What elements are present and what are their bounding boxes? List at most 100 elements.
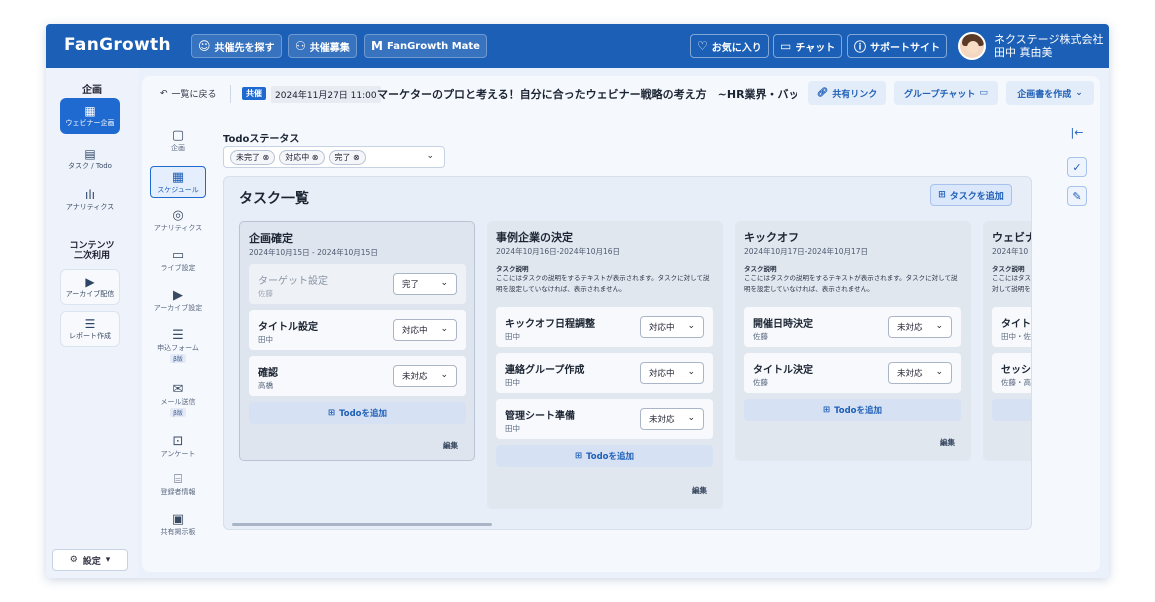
add-todo-button[interactable]: ⊞ Todoを追加	[744, 399, 961, 421]
status-select[interactable]: 対応中 ⌄	[640, 316, 704, 338]
todo-status-select[interactable]: 未完了 ⊗ 対応中 ⊗ 完了 ⊗ ⌄	[223, 146, 445, 168]
board-icon: ▣	[171, 512, 185, 527]
archive-icon: ▶	[173, 288, 183, 303]
board-title: タスク一覧	[239, 191, 309, 207]
edit-button[interactable]: 編集	[443, 440, 458, 451]
todo-card[interactable]: タイトル決定 佐藤 未対応 ⌄	[744, 353, 961, 393]
task-column[interactable]: 企画確定 2024年10月15日 - 2024年10月15日 ターゲット設定 佐…	[239, 221, 475, 461]
archive-icon: ▶	[85, 275, 95, 289]
nav-task-todo[interactable]: ▤ タスク / Todo	[60, 141, 120, 177]
todo-card[interactable]: 管理シート準備 田中 未対応 ⌄	[496, 399, 713, 439]
subnav-schedule[interactable]: ▦ スケジュール	[150, 166, 206, 198]
cohost-recruit-button[interactable]: ⚇ 共催募集	[288, 34, 357, 58]
fangrowth-mate-button[interactable]: M FanGrowth Mate	[364, 34, 487, 58]
todo-card[interactable]: 開催日時決定 佐藤 未対応 ⌄	[744, 307, 961, 347]
task-column[interactable]: キックオフ 2024年10月17日-2024年10月17日 タスク説明 ここには…	[735, 221, 971, 461]
nav-report[interactable]: ☰ レポート作成	[60, 311, 120, 347]
column-title: 事例企業の決定	[496, 231, 573, 244]
plus-icon: ⊞	[327, 408, 336, 418]
find-cohost-button[interactable]: ☺ 共催先を探す	[191, 34, 282, 58]
subnav-form[interactable]: ☰ 申込フォーム β版	[150, 328, 206, 372]
subnav-analytics[interactable]: ◎ アナリティクス	[150, 208, 206, 244]
divider	[230, 85, 231, 103]
beta-badge: β版	[170, 408, 186, 417]
status-select[interactable]: 未対応 ⌄	[393, 365, 457, 387]
add-todo-button[interactable]: ⊞ Todoを追加	[496, 445, 713, 467]
chevron-down-icon: ⌄	[687, 321, 695, 331]
todo-card[interactable]: 確認 高橋 未対応 ⌄	[249, 356, 466, 396]
status-select[interactable]: 未対応 ⌄	[888, 316, 952, 338]
subnav-archive[interactable]: ▶ アーカイブ設定	[150, 288, 206, 324]
share-link-button[interactable]: 🔗︎ 共有リンク	[808, 81, 886, 105]
webinar-icon: ▦	[84, 104, 96, 118]
heart-icon: ♡	[697, 39, 708, 53]
column-date: 2024年10月15日 - 2024年10月15日	[249, 248, 378, 257]
chevron-down-icon: ⌄	[1075, 88, 1083, 98]
desc-label: タスク説明	[992, 265, 1025, 273]
add-todo-button[interactable]: ⊞ Todoを追加	[249, 402, 466, 424]
todo-card[interactable]: 連絡グループ作成 田中 対応中 ⌄	[496, 353, 713, 393]
add-task-button[interactable]: ⊞ タスクを追加	[930, 184, 1012, 206]
survey-icon: ⊡	[172, 434, 184, 449]
status-select[interactable]: 対応中 ⌄	[393, 319, 457, 341]
chevron-down-icon: ⌄	[440, 278, 448, 288]
edit-button[interactable]: 編集	[692, 485, 707, 496]
collapse-panel-icon[interactable]: |←	[1067, 122, 1087, 142]
edit-button[interactable]: 編集	[940, 437, 955, 448]
subnav-plan[interactable]: ▢ 企画	[150, 128, 206, 164]
subnav-survey[interactable]: ⊡ アンケート	[150, 434, 206, 470]
todo-card[interactable]: タイトル設定 田中 対応中 ⌄	[249, 310, 466, 350]
create-plan-button[interactable]: 企画書を作成 ⌄	[1006, 81, 1094, 105]
user-avatar[interactable]	[958, 32, 986, 60]
todo-card[interactable]: セッシ 佐藤・高	[992, 353, 1031, 393]
status-select[interactable]: 完了 ⌄	[393, 273, 457, 295]
check-circle-icon[interactable]: ✓	[1067, 157, 1087, 177]
subnav-board[interactable]: ▣ 共有掲示板	[150, 512, 206, 548]
nav-archive[interactable]: ▶ アーカイブ配信	[60, 269, 120, 305]
status-select[interactable]: 対応中 ⌄	[640, 362, 704, 384]
schedule-icon: ▦	[171, 169, 185, 185]
horizontal-scrollbar[interactable]	[232, 523, 492, 526]
task-column[interactable]: 事例企業の決定 2024年10月16日-2024年10月16日 タスク説明 ここ…	[487, 221, 723, 509]
link-icon: 🔗︎	[816, 88, 829, 98]
add-todo-button[interactable]	[992, 399, 1031, 421]
people-icon: ⚇	[295, 39, 306, 53]
company-name: ネクステージ株式会社	[994, 33, 1104, 46]
chat-link[interactable]: ▭ チャット	[773, 34, 843, 58]
todo-card[interactable]: キックオフ日程調整 田中 対応中 ⌄	[496, 307, 713, 347]
chevron-down-icon: ⌄	[687, 367, 695, 377]
page-title: マーケターのプロと考える！自分に合ったウェビナー戦略の考え方 ~HR業界・バック…	[377, 88, 797, 101]
subnav-live[interactable]: ▭ ライブ設定	[150, 248, 206, 284]
support-site-link[interactable]: ⓘ サポートサイト	[847, 34, 948, 58]
chevron-down-icon: ⌄	[687, 413, 695, 423]
status-tag[interactable]: 完了 ⊗	[328, 149, 366, 165]
task-column[interactable]: ウェビナ 2024年10 タスク説明 ここにはタス対して説明を タイト 田中・佐…	[983, 221, 1031, 461]
pin-icon[interactable]: ✎	[1067, 186, 1087, 206]
settings-dropdown[interactable]: ⚙ 設定 ▾	[52, 549, 128, 571]
face-search-icon: ☺	[198, 39, 211, 53]
plus-icon: ⊞	[938, 190, 946, 200]
status-tag[interactable]: 未完了 ⊗	[230, 149, 276, 165]
todo-card[interactable]: ターゲット設定 佐藤 完了 ⌄	[249, 264, 466, 304]
subnav-mail[interactable]: ✉ メール送信 β版	[150, 382, 206, 426]
user-name: 田中 真由美	[994, 46, 1053, 59]
analytics-icon: ılı	[84, 188, 95, 202]
group-chat-button[interactable]: グループチャット ▭	[894, 81, 998, 105]
todo-card[interactable]: タイト 田中・佐	[992, 307, 1031, 347]
fangrowth-logo[interactable]: FanGrowth	[64, 35, 171, 55]
back-arrow-icon: ↶	[160, 88, 168, 99]
nav-webinar-plan[interactable]: ▦ ウェビナー企画	[60, 98, 120, 134]
live-icon: ▭	[171, 248, 185, 263]
user-info[interactable]: ネクステージ株式会社 田中 真由美	[994, 33, 1103, 59]
analytics-icon: ◎	[172, 208, 184, 223]
nav-analytics[interactable]: ılı アナリティクス	[60, 182, 120, 218]
favorites-link[interactable]: ♡ お気に入り	[690, 34, 769, 58]
plus-icon: ⊞	[574, 451, 583, 461]
status-select[interactable]: 未対応 ⌄	[640, 408, 704, 430]
status-select[interactable]: 未対応 ⌄	[888, 362, 952, 384]
form-icon: ☰	[172, 328, 184, 343]
status-tag[interactable]: 対応中 ⊗	[279, 149, 325, 165]
subnav-registrants[interactable]: ⌸ 登録者情報	[150, 472, 206, 508]
back-to-list-link[interactable]: ↶ 一覧に戻る	[160, 87, 217, 101]
gear-icon: ⚙	[69, 555, 78, 565]
